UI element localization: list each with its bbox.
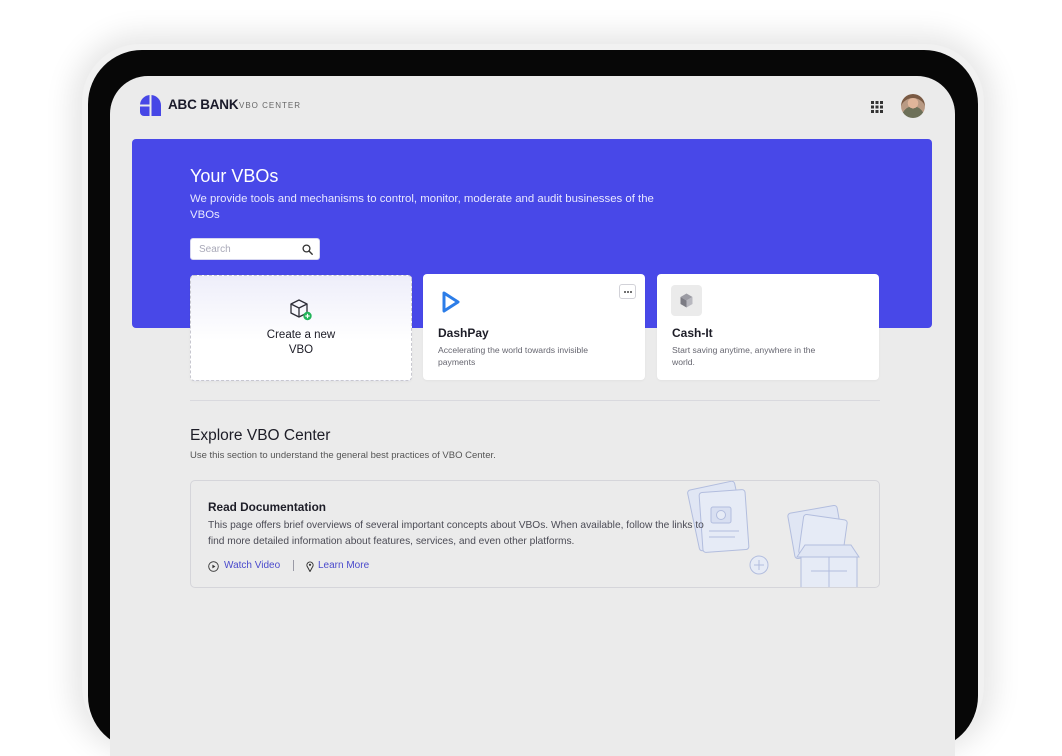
search-box <box>190 238 320 260</box>
create-vbo-card[interactable]: Create a new VBO <box>190 275 412 381</box>
app-screen: ABC BANK VBO CENTER Your VBOs We provide… <box>110 76 955 756</box>
create-label-line1: Create a new <box>266 329 336 341</box>
brand-name: ABC BANK <box>168 97 239 112</box>
apps-grid-icon[interactable] <box>870 100 884 114</box>
cashit-name: Cash-It <box>672 326 713 340</box>
dashpay-logo-icon <box>442 291 460 313</box>
doc-description: This page offers brief overviews of seve… <box>208 520 704 547</box>
hero-description: We provide tools and mechanisms to contr… <box>190 193 654 221</box>
cashit-card[interactable]: Cash-It Start saving anytime, anywhere i… <box>657 274 879 380</box>
doc-title: Read Documentation <box>208 500 326 514</box>
cashit-logo <box>671 285 702 316</box>
logo-mark <box>140 95 161 116</box>
section-divider <box>190 400 880 401</box>
cashit-description: Start saving anytime, anywhere in the wo… <box>672 345 816 367</box>
watch-video-label: Watch Video <box>224 560 281 571</box>
learn-more-label: Learn More <box>318 560 370 571</box>
explore-title: Explore VBO Center <box>190 427 331 444</box>
create-label: Create a new VBO <box>241 328 361 358</box>
top-bar: ABC BANK VBO CENTER <box>110 76 955 136</box>
explore-subtitle: Use this section to understand the gener… <box>190 450 496 461</box>
box-plus-icon <box>290 299 312 321</box>
play-icon <box>208 561 219 572</box>
dashpay-description: Accelerating the world towards invisible… <box>438 345 588 367</box>
user-avatar[interactable] <box>901 94 925 118</box>
search-icon[interactable] <box>302 244 313 255</box>
dashpay-name: DashPay <box>438 326 489 340</box>
search-input[interactable] <box>199 242 297 257</box>
more-icon[interactable] <box>619 284 636 299</box>
product-name: VBO CENTER <box>239 101 302 110</box>
cube-icon <box>680 293 693 308</box>
create-label-line2: VBO <box>288 344 314 356</box>
dashpay-card[interactable]: DashPay Accelerating the world towards i… <box>423 274 645 380</box>
pin-icon <box>306 561 314 572</box>
documentation-panel: Read Documentation This page offers brie… <box>190 480 880 588</box>
hero-title: Your VBOs <box>190 166 279 186</box>
link-separator <box>293 560 294 571</box>
